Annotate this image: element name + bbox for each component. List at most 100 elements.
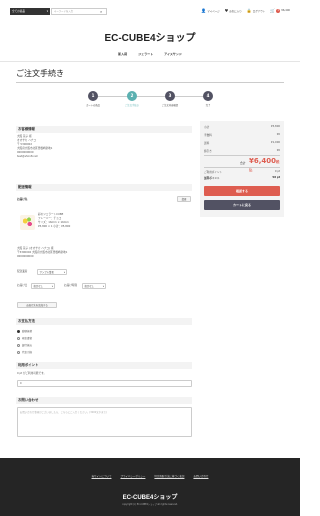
gnav-item-new[interactable]: 新入荷 — [118, 52, 127, 56]
chevron-down-icon: ▾ — [46, 10, 48, 13]
global-nav: 新入荷 ジェラート アイスサンド — [0, 52, 300, 56]
dest-phone: 0000000000 — [17, 255, 34, 258]
radio-icon — [17, 350, 20, 354]
summary-value: 0 pt — [274, 170, 280, 173]
flow-step-number: 1 — [88, 91, 98, 101]
inquiry-heading: お問い合わせ — [16, 397, 192, 404]
category-select-label: 全ての商品 — [12, 10, 25, 13]
points-note: 0 pt がご利用可能です。 — [17, 372, 47, 375]
footer-link-about[interactable]: 当サイトについて — [92, 474, 112, 478]
summary-label: ご利用ポイント — [204, 171, 223, 174]
flow-step-number: 4 — [203, 91, 213, 101]
payment-option-label: 銀行振込 — [22, 344, 33, 347]
payment-option[interactable]: 銀行振込 — [17, 343, 32, 347]
payment-option[interactable]: 郵便振替 — [17, 329, 32, 333]
footer-link-tokushoho[interactable]: 特定商取引法に基づく表記 — [154, 474, 184, 478]
category-select[interactable]: 全ての商品 ▾ — [10, 8, 50, 15]
change-destination-button[interactable]: 変更 — [177, 196, 191, 202]
time-select-value: 指定なし — [84, 285, 95, 288]
flow-step-confirm: 3 ご注文内容確認 — [150, 91, 190, 107]
flow-step-complete: 4 完了 — [188, 91, 228, 107]
footer-links: 当サイトについて プライバシーポリシー 特定商取引法に基づく表記 お問い合わせ — [0, 474, 300, 478]
delivery-label: 配送業者 — [17, 270, 28, 273]
payment-option[interactable]: 代金引換 — [17, 350, 32, 354]
search-icon[interactable]: ⌕ — [100, 9, 102, 14]
customer-email: test@shiro8.net — [17, 155, 38, 158]
footer-logo[interactable]: EC-CUBE4ショップ — [0, 492, 300, 501]
payment-option-label: 郵便振替 — [22, 330, 33, 333]
footer-link-privacy[interactable]: プライバシーポリシー — [120, 474, 145, 478]
chevron-down-icon: ▾ — [63, 271, 65, 274]
time-label: お届け時間 — [64, 284, 77, 287]
heart-icon: ♥ — [224, 8, 229, 13]
divider — [0, 61, 300, 62]
summary-earned: 加算ポイント 58 pt — [204, 176, 280, 180]
user-nav: 👤 マイページ ♥ お気に入り 🔒 ログアウト 🛒 1 ¥6,400 — [201, 8, 290, 13]
time-select[interactable]: 指定なし ▾ — [82, 283, 106, 289]
date-select-value: 指定なし — [33, 285, 44, 288]
inquiry-textarea[interactable]: お問い合わせ事項がございましたら、こちらにご入力ください。(3000文字まで) — [17, 407, 192, 437]
delivery-select[interactable]: サンプル業者 ▾ — [37, 269, 67, 275]
logout-link[interactable]: 🔒 ログアウト — [247, 8, 266, 13]
logout-label: ログアウト — [252, 9, 266, 13]
customer-heading: お客様情報 — [16, 126, 192, 133]
payment-option[interactable]: 現金書留 — [17, 336, 32, 340]
flow-step-label: ご注文手続き — [125, 103, 139, 107]
summary-subtotal: 小計 ¥5,800 — [204, 125, 280, 129]
favorite-label: お気に入り — [229, 9, 242, 13]
flow-step-number: 2 — [127, 91, 137, 101]
radio-icon — [17, 329, 20, 333]
gnav-item-gelato[interactable]: ジェラート — [138, 52, 153, 56]
summary-shipping: 送料 ¥1,000 — [204, 141, 280, 145]
summary-total-value: ¥6,400 — [249, 157, 277, 165]
summary-value: ¥0 — [276, 133, 280, 136]
summary-label: 送料 — [204, 142, 210, 145]
chevron-down-icon: ▾ — [102, 285, 104, 288]
summary-value: ¥1,000 — [270, 141, 280, 144]
radio-icon — [17, 343, 20, 347]
points-input[interactable]: 0 — [17, 380, 192, 387]
chevron-down-icon: ▾ — [51, 285, 53, 288]
add-destination-button[interactable]: お届け先を追加する — [17, 302, 57, 308]
product-price: ¥5,800 × 1 小計：¥5,800 — [38, 225, 71, 228]
summary-label: 手数料 — [204, 134, 212, 137]
top-bar: 全ての商品 ▾ キーワードを入力 ⌕ 👤 マイページ ♥ お気に入り 🔒 ログアウト … — [0, 0, 300, 22]
payment-option-label: 代金引換 — [22, 351, 33, 354]
destination-label: お届け先 — [17, 198, 28, 201]
summary-value: ¥5,800 — [270, 125, 280, 128]
summary-label: 小計 — [204, 126, 210, 129]
flow-step-label: カートの商品 — [86, 103, 100, 107]
footer — [0, 458, 300, 516]
delivery-select-value: サンプル業者 — [39, 271, 54, 274]
radio-icon — [17, 336, 20, 340]
confirm-button[interactable]: 確認する — [204, 186, 280, 196]
product-image — [20, 215, 35, 230]
summary-label: 値引き — [204, 150, 212, 153]
summary-discount: 値引き ¥0 — [204, 149, 280, 153]
cart-count-badge: 1 — [276, 8, 281, 13]
flow-step-label: 完了 — [205, 103, 211, 107]
cart-total: ¥6,400 — [281, 9, 290, 12]
summary-points: ご利用ポイント 0 pt — [204, 170, 280, 174]
summary-value: ¥0 — [276, 149, 280, 152]
flow-step-label: ご注文内容確認 — [161, 103, 179, 107]
flow-step-order: 2 ご注文手続き — [112, 91, 152, 107]
back-to-cart-button[interactable]: カートに戻る — [204, 200, 280, 210]
user-icon: 👤 — [201, 8, 207, 13]
summary-total-label: 合計 — [240, 161, 246, 165]
shipping-heading: 配送情報 — [16, 184, 192, 191]
cart-link[interactable]: 🛒 1 ¥6,400 — [270, 8, 290, 13]
date-select[interactable]: 指定なし ▾ — [31, 283, 55, 289]
flow-step-cart: 1 カートの商品 — [73, 91, 113, 107]
copyright: copyright (c) EC-CUBE4ショップ all rights re… — [122, 503, 178, 506]
footer-link-contact[interactable]: お問い合わせ — [193, 474, 208, 478]
summary-value: 58 pt — [272, 176, 280, 179]
mypage-link[interactable]: 👤 マイページ — [201, 8, 219, 13]
cart-icon: 🛒 — [270, 8, 276, 13]
divider — [16, 82, 284, 83]
search-input[interactable]: キーワードを入力 — [51, 8, 107, 15]
shop-logo[interactable]: EC-CUBE4ショップ — [0, 29, 300, 44]
points-heading: 利用ポイント — [16, 362, 192, 369]
favorite-link[interactable]: ♥ お気に入り — [225, 8, 242, 13]
gnav-item-icesand[interactable]: アイスサンド — [164, 52, 182, 56]
